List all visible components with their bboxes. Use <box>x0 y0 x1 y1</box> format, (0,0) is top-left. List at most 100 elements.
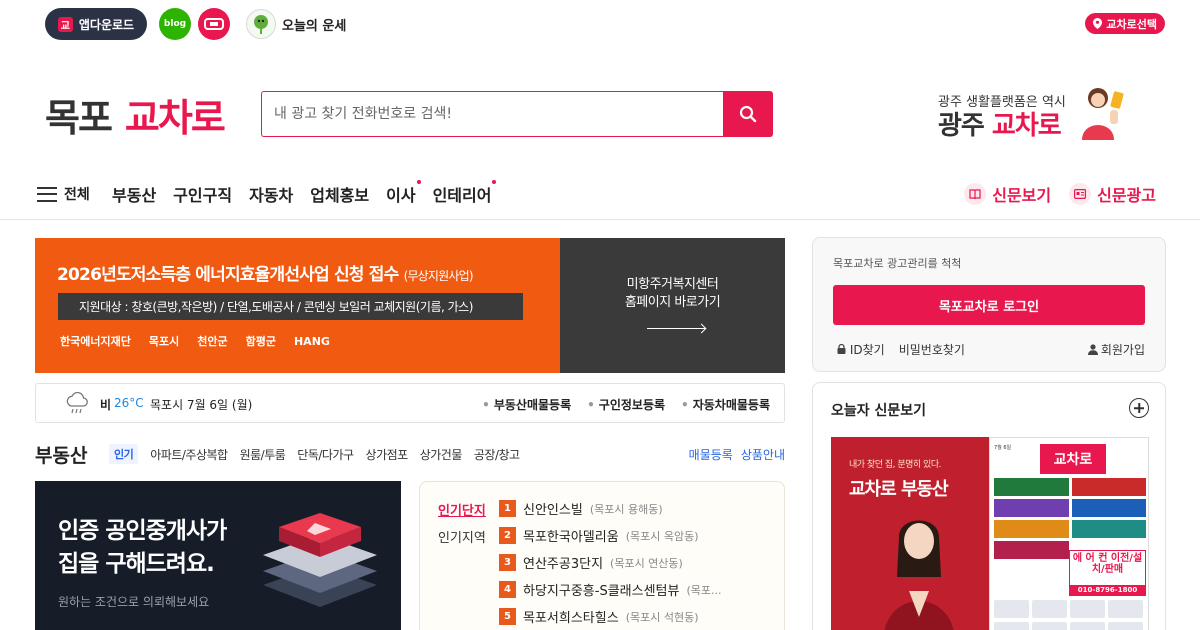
sponsor-logo: 천안군 <box>197 335 228 348</box>
newspaper-title: 오늘자 신문보기 <box>831 403 927 419</box>
search-button[interactable] <box>723 91 773 137</box>
newspaper-masthead: 교차로 <box>1040 444 1106 474</box>
nav-item-real-estate[interactable]: 부동산 <box>112 182 156 206</box>
rank-location: (목포시 석현동) <box>625 610 699 624</box>
cover-model-photo <box>884 520 954 630</box>
tab-house[interactable]: 단독/다가구 <box>297 446 354 463</box>
app-logo-icon: 교 <box>57 16 73 32</box>
tab-apartment[interactable]: 아파트/주상복합 <box>150 446 228 463</box>
tab-factory[interactable]: 공장/창고 <box>474 446 520 463</box>
aircon-phone: 010-8796-1800 <box>1069 586 1146 596</box>
plus-circle-icon[interactable] <box>1129 398 1149 418</box>
card-subtitle: 원하는 조건으로 의뢰해보세요 <box>58 595 210 609</box>
weather-temperature: 26°C <box>114 396 144 410</box>
register-job-link[interactable]: 구인정보등록 <box>587 396 665 413</box>
location-pin-icon <box>1093 18 1103 29</box>
lock-icon <box>837 343 846 354</box>
nav-item-interior[interactable]: 인테리어 <box>433 180 497 206</box>
housing-center-cta: 홈페이지 바로가기 <box>624 295 721 310</box>
rank-location: (목포시 용해동) <box>589 502 663 516</box>
newspaper-thumbnail[interactable]: 내가 찾던 집, 분명히 있다. 교차로 부동산 7월 6일 교차로 에 어 컨… <box>831 437 1149 630</box>
list-item[interactable]: 5 목포서희스타힐스 (목포시 석현동) <box>499 607 722 626</box>
banner-main: 2026년도저소득층 에너지효율개선사업 신청 접수 (무상지원사업) 지원대상… <box>35 238 560 373</box>
hamburger-icon <box>37 186 57 202</box>
product-info-link[interactable]: 상품안내 <box>741 446 785 463</box>
stacked-layers-illustration <box>263 513 377 607</box>
banner-title: 2026년도저소득층 에너지효율개선사업 신청 접수 (무상지원사업) <box>57 265 474 285</box>
list-item[interactable]: 2 목포한국아델리움 (목포시 옥암동) <box>499 526 722 545</box>
card-headline: 인증 공인중개사가 집을 구해드려요. <box>58 518 227 577</box>
app-download-button[interactable]: 교 앱다운로드 <box>45 8 147 40</box>
rank-name: 하당지구중흥-S클래스센텀뷰 <box>523 584 680 599</box>
app-download-label: 앱다운로드 <box>78 17 135 32</box>
newspaper-ad-link[interactable]: 신문광고 <box>1069 182 1156 206</box>
nav-item-jobs[interactable]: 구인구직 <box>173 182 232 206</box>
top-utility-bar: 교 앱다운로드 blog 오늘의 운세 교차로선택 <box>0 0 1200 48</box>
certified-agent-card[interactable]: 인증 공인중개사가 집을 구해드려요. 원하는 조건으로 의뢰해보세요 <box>35 481 401 630</box>
list-item[interactable]: 1 신안인스빌 (목포시 용해동) <box>499 499 722 518</box>
rank-number: 3 <box>499 554 516 571</box>
aircon-ad: 에 어 컨 이전/설치/판매 <box>1069 550 1146 586</box>
new-dot <box>416 180 421 184</box>
rank-location: (목포시 옥암동) <box>625 529 699 543</box>
region-select-label: 교차로선택 <box>1106 17 1157 31</box>
gwangju-promo-banner[interactable]: 광주 생활플랫폼은 역시 광주 교차로 <box>938 85 1128 141</box>
login-panel: 목포교차로 광고관리를 척척 목포교차로 로그인 ID찾기 비밀번호찾기 회원가… <box>812 237 1166 372</box>
region-select-button[interactable]: 교차로선택 <box>1085 13 1165 34</box>
rank-name: 목포서희스타힐스 <box>523 611 619 626</box>
fortune-link[interactable]: 오늘의 운세 <box>246 8 346 40</box>
promo-person-illustration <box>1082 88 1124 140</box>
popular-ranking: 인기단지 인기지역 1 신안인스빌 (목포시 용해동) 2 목포한국아델리움 (… <box>419 481 785 630</box>
list-item[interactable]: 3 연산주공3단지 (목포시 연산동) <box>499 553 722 572</box>
search-input[interactable] <box>261 91 723 137</box>
tab-store[interactable]: 상가점포 <box>366 446 409 463</box>
sponsor-logo: 목포시 <box>148 335 180 348</box>
site-logo[interactable]: 목포 교차로 <box>45 90 226 140</box>
login-caption: 목포교차로 광고관리를 척척 <box>833 257 962 270</box>
sponsor-logo: 함평군 <box>245 335 276 348</box>
join-link[interactable]: 회원가입 <box>1087 341 1145 358</box>
rank-name: 신안인스빌 <box>523 503 583 518</box>
housing-center-link[interactable]: 미항주거복지센터 홈페이지 바로가기 <box>560 238 785 373</box>
rank-name: 연산주공3단지 <box>523 557 604 572</box>
rank-number: 5 <box>499 608 516 625</box>
listing-register-link[interactable]: 매물등록 <box>689 446 733 463</box>
rank-location: (목포시 연산동) <box>610 556 683 570</box>
list-item[interactable]: 4 하당지구중흥-S클래스센텀뷰 (목포... <box>499 580 722 599</box>
login-button[interactable]: 목포교차로 로그인 <box>833 285 1145 325</box>
weather-bar: 비 26°C 목포시 7월 6일 (월) 부동산매물등록 구인정보등록 자동차매… <box>35 383 785 423</box>
find-id-link[interactable]: ID찾기 <box>837 341 885 358</box>
real-estate-tabs: 인기 아파트/주상복합 원룸/투룸 단독/다가구 상가점포 상가건물 공장/창고 <box>109 444 520 464</box>
newspaper-icon <box>1069 183 1092 205</box>
tab-popular-region[interactable]: 인기지역 <box>438 527 486 546</box>
news-icon[interactable] <box>198 8 230 40</box>
nav-all-menu[interactable]: 전체 <box>37 184 90 204</box>
tab-popular[interactable]: 인기 <box>109 444 139 464</box>
weather-date: 목포시 7월 6일 (월) <box>150 398 253 412</box>
find-password-link[interactable]: 비밀번호찾기 <box>899 341 965 358</box>
register-car-link[interactable]: 자동차매물등록 <box>681 396 770 413</box>
nav-item-moving[interactable]: 이사 <box>386 180 421 206</box>
energy-program-banner[interactable]: 2026년도저소득층 에너지효율개선사업 신청 접수 (무상지원사업) 지원대상… <box>35 238 785 373</box>
nav-item-cars[interactable]: 자동차 <box>249 182 293 206</box>
user-icon <box>1087 344 1098 355</box>
tab-popular-complex[interactable]: 인기단지 <box>438 500 486 519</box>
newspaper-cover: 내가 찾던 집, 분명히 있다. 교차로 부동산 <box>831 437 989 630</box>
rank-number: 2 <box>499 527 516 544</box>
view-newspaper-link[interactable]: 신문보기 <box>964 182 1051 206</box>
tab-building[interactable]: 상가건물 <box>420 446 463 463</box>
logo-city: 목포 <box>45 95 113 140</box>
logo-brand: 교차로 <box>124 95 226 140</box>
promo-title: 광주 교차로 <box>938 111 1062 141</box>
housing-center-name: 미항주거복지센터 <box>626 277 719 292</box>
tab-oneroom[interactable]: 원룸/투룸 <box>240 446 286 463</box>
fortune-label: 오늘의 운세 <box>282 18 347 34</box>
weather-condition: 비 <box>100 398 112 412</box>
register-real-estate-link[interactable]: 부동산매물등록 <box>482 396 571 413</box>
fortune-icon <box>246 9 276 39</box>
sponsor-logo: HANG <box>293 334 330 348</box>
book-icon <box>964 183 987 205</box>
nav-item-business[interactable]: 업체홍보 <box>310 182 369 206</box>
newspaper-front-page: 7월 6일 교차로 에 어 컨 이전/설치/판매 010-8796-1800 <box>989 437 1149 630</box>
blog-icon[interactable]: blog <box>159 8 191 40</box>
